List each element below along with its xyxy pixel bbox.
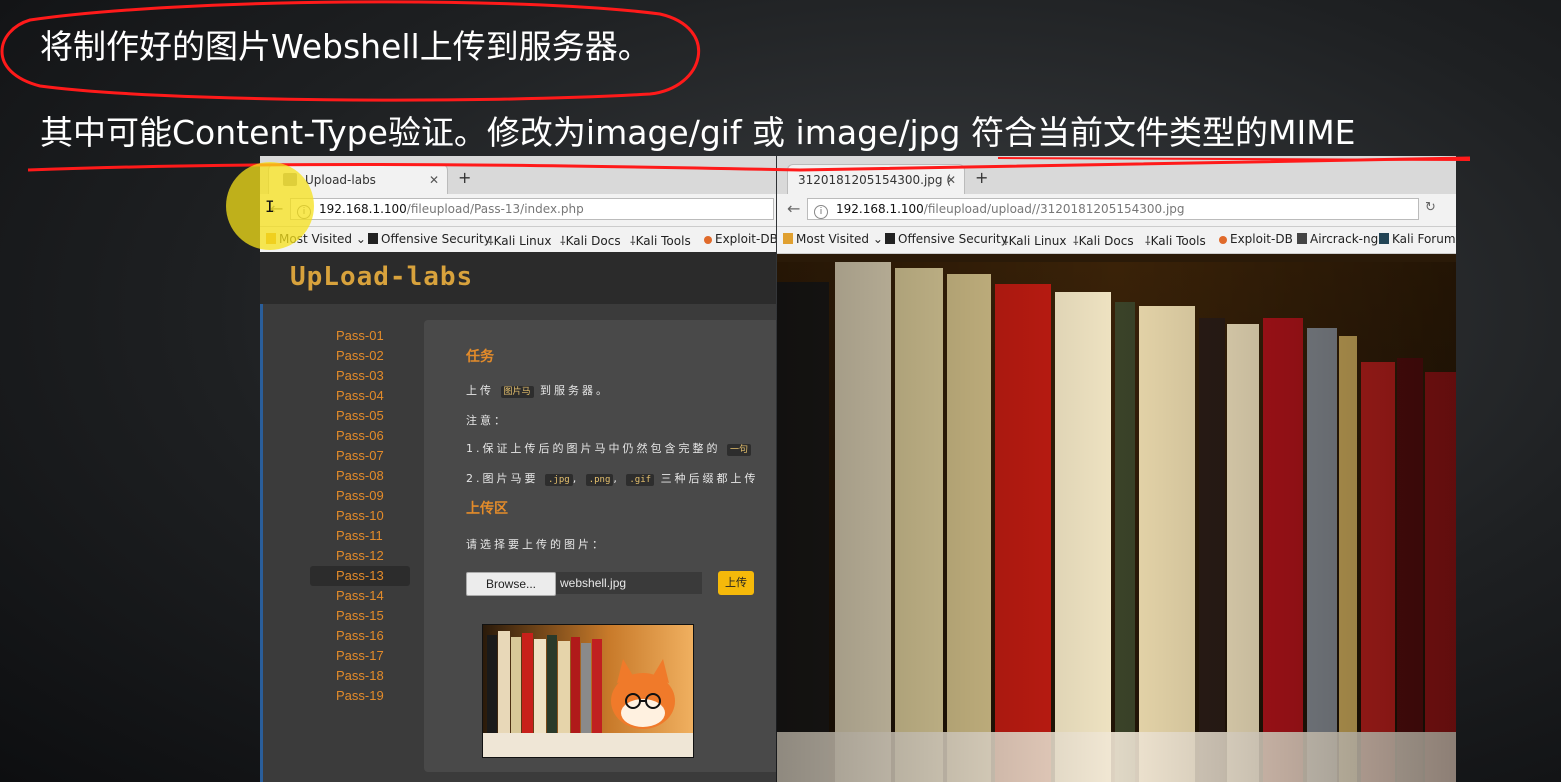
nav-item-pass-03[interactable]: Pass-03 [310,366,410,386]
reload-icon[interactable]: ↻ [1425,200,1436,215]
nav-item-pass-10[interactable]: Pass-10 [310,506,410,526]
right-url-path: /fileupload/upload//3120181205154300.jpg [923,202,1185,216]
back-arrow-icon[interactable]: ← [787,199,800,218]
offsec-icon [368,233,378,244]
selected-file-name: webshell.jpg [556,572,702,594]
left-tab-title: Upload-labs [305,173,376,187]
left-url-input[interactable]: i 192.168.1.100/fileupload/Pass-13/index.… [290,198,774,220]
offsec-icon [885,233,895,244]
upload-labs-body: Pass-01 Pass-02 Pass-03 Pass-04 Pass-05 Pass-… [260,304,776,782]
bookmark-offensive-security[interactable]: Offensive Security [885,232,1008,246]
code-tag: .png [585,474,614,486]
nav-item-pass-06[interactable]: Pass-06 [310,426,410,446]
task-note: 注意： [466,414,508,427]
close-icon[interactable]: ✕ [946,165,956,195]
nav-item-pass-01[interactable]: Pass-01 [310,326,410,346]
left-url-bar: ← i 192.168.1.100/fileupload/Pass-13/inde… [260,194,776,227]
nav-item-pass-04[interactable]: Pass-04 [310,386,410,406]
nav-item-pass-14[interactable]: Pass-14 [310,586,410,606]
info-icon[interactable]: i [297,205,311,219]
bookmark-kali-docs[interactable]: ⸸Kali Docs [560,232,621,249]
nav-item-pass-05[interactable]: Pass-05 [310,406,410,426]
left-url-path: /fileupload/Pass-13/index.php [406,202,584,216]
code-tag: 一句 [727,444,752,456]
exploit-db-icon [704,236,712,244]
uploaded-image-thumbnail [482,624,694,758]
code-tag: 图片马 [500,386,534,398]
caption-line-1: 将制作好的图片Webshell上传到服务器。 [40,27,651,66]
new-tab-icon[interactable]: + [975,168,988,187]
nav-item-pass-09[interactable]: Pass-09 [310,486,410,506]
bookmark-offensive-security[interactable]: Offensive Security [368,232,491,246]
right-tab-bar: 3120181205154300.jpg ( ✕ + [777,156,1456,194]
nav-item-pass-08[interactable]: Pass-08 [310,466,410,486]
upload-labs-logo[interactable]: UpLoad-labs [290,262,473,292]
bookmark-aircrack-ng[interactable]: Aircrack-ng [1297,232,1378,246]
nav-item-pass-16[interactable]: Pass-16 [310,626,410,646]
info-icon[interactable]: i [814,205,828,219]
task-item-1: 1.保证上传后的图片马中仍然包含完整的 一句 [466,440,752,456]
right-bookmarks-toolbar: Most Visited ⌄ Offensive Security ⸸Kali … [777,227,1456,254]
right-url-host: 192.168.1.100 [836,202,924,216]
left-tab-bar: Upload-labs ✕ + [260,156,776,194]
nav-item-pass-12[interactable]: Pass-12 [310,546,410,566]
right-browser-window: 3120181205154300.jpg ( ✕ + ← i 192.168.1.… [777,156,1456,782]
nav-item-pass-15[interactable]: Pass-15 [310,606,410,626]
bookmark-kali-tools[interactable]: ⸸Kali Tools [630,232,691,249]
upload-labs-header: UpLoad-labs [260,252,776,305]
bookmark-exploit-db[interactable]: Exploit-DB [1219,232,1293,246]
left-browser-window: Upload-labs ✕ + ← i 192.168.1.100/fileupl… [260,156,776,782]
nav-item-pass-17[interactable]: Pass-17 [310,646,410,666]
bookmark-exploit-db[interactable]: Exploit-DB [704,232,776,246]
task-line-1: 上传 图片马 到服务器。 [466,384,611,398]
upload-button[interactable]: 上传 [718,571,754,595]
nav-item-pass-13[interactable]: Pass-13 [310,566,410,586]
left-tab[interactable]: Upload-labs ✕ [268,164,448,194]
back-arrow-icon[interactable]: ← [270,199,283,218]
bookmark-kali-docs[interactable]: ⸸Kali Docs [1073,232,1134,249]
new-tab-icon[interactable]: + [458,168,471,187]
pass-navigation: Pass-01 Pass-02 Pass-03 Pass-04 Pass-05 Pass-… [310,326,410,706]
bookmark-kali-forums[interactable]: Kali Forums [1379,232,1456,246]
right-url-bar: ← i 192.168.1.100/fileupload/upload//3120… [777,194,1456,227]
upload-heading: 上传区 [466,501,508,517]
caption-line-2: 其中可能Content-Type验证。修改为image/gif 或 image/… [40,113,1356,152]
bookmark-most-visited[interactable]: Most Visited ⌄ [266,232,366,246]
nav-item-pass-07[interactable]: Pass-07 [310,446,410,466]
nav-item-pass-02[interactable]: Pass-02 [310,346,410,366]
right-url-input[interactable]: i 192.168.1.100/fileupload/upload//312018… [807,198,1419,220]
code-tag: .gif [626,474,655,486]
left-bookmarks-toolbar: Most Visited ⌄ Offensive Security ⸸Kali … [260,227,776,254]
aircrack-icon [1297,233,1307,244]
close-icon[interactable]: ✕ [429,165,439,195]
task-panel: 任务 上传 图片马 到服务器。 注意： 1.保证上传后的图片马中仍然包含完整的 … [424,320,776,772]
bookmark-kali-linux[interactable]: ⸸Kali Linux [488,232,551,249]
bookmark-kali-linux[interactable]: ⸸Kali Linux [1003,232,1066,249]
nav-item-pass-11[interactable]: Pass-11 [310,526,410,546]
star-icon [783,233,793,244]
left-url-host: 192.168.1.100 [319,202,407,216]
right-tab-title: 3120181205154300.jpg ( [798,173,952,187]
nav-item-pass-19[interactable]: Pass-19 [310,686,410,706]
exploit-db-icon [1219,236,1227,244]
full-size-bookshelf-image [777,262,1456,782]
upload-prompt: 请选择要上传的图片： [466,538,606,551]
bookshelf-fox-image [483,625,693,757]
chevron-down-icon: ⌄ [352,232,366,246]
chevron-down-icon: ⌄ [869,232,883,246]
window-edge [260,304,263,782]
nav-item-pass-18[interactable]: Pass-18 [310,666,410,686]
bookmark-kali-tools[interactable]: ⸸Kali Tools [1145,232,1206,249]
bookmark-most-visited[interactable]: Most Visited ⌄ [783,232,883,246]
browse-button[interactable]: Browse... [466,572,556,596]
star-icon [266,233,276,244]
right-tab[interactable]: 3120181205154300.jpg ( ✕ [787,164,965,194]
task-item-2: 2.图片马要 .jpg, .png, .gif 三种后缀都上传 [466,472,759,486]
tab-favicon-icon [283,173,297,186]
kali-forums-icon [1379,233,1389,244]
task-heading: 任务 [466,349,494,365]
code-tag: .jpg [545,474,573,486]
bookshelf-photo [777,262,1456,782]
